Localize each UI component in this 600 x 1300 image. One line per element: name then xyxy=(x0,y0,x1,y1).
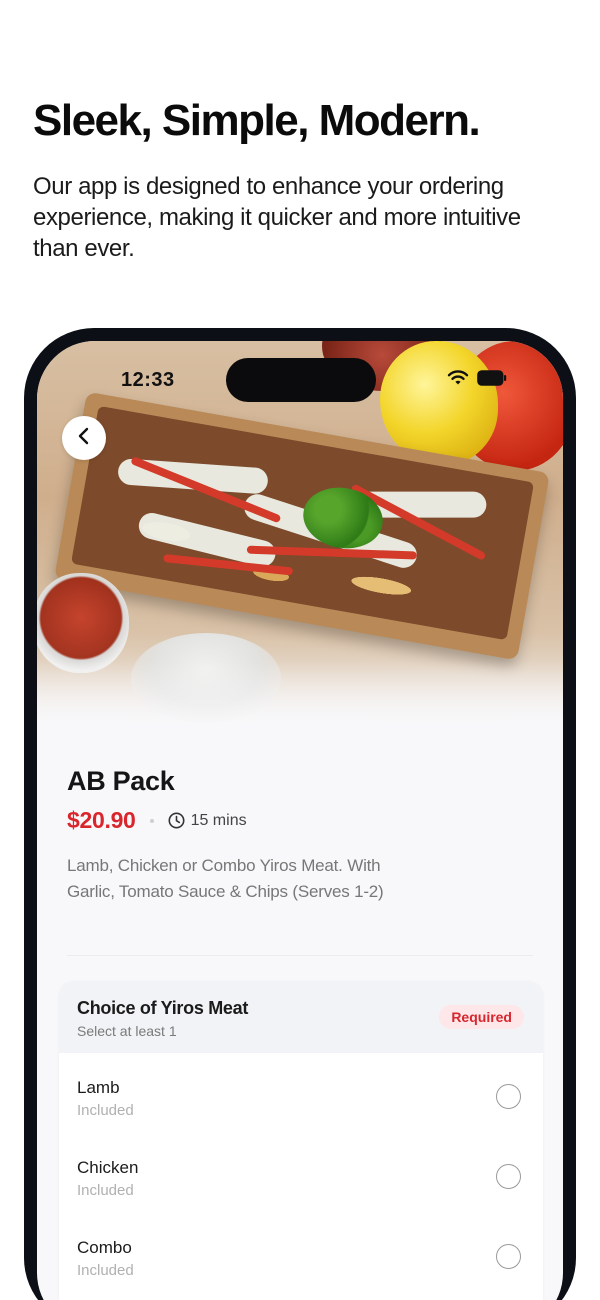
marketing-headline: Sleek, Simple, Modern. xyxy=(33,96,481,145)
option-label: Combo xyxy=(77,1238,132,1257)
back-button[interactable] xyxy=(62,416,106,460)
wifi-icon xyxy=(447,369,469,391)
product-name: AB Pack xyxy=(67,766,175,796)
option-item-combo[interactable]: Combo Included xyxy=(59,1238,543,1300)
radio-button[interactable] xyxy=(496,1164,521,1189)
marketing-subtext: Our app is designed to enhance your orde… xyxy=(33,173,521,262)
status-time: 12:33 xyxy=(121,369,175,391)
options-card: Choice of Yiros Meat Select at least 1 R… xyxy=(59,981,543,1300)
product-description: Lamb, Chicken or Combo Yiros Meat. With … xyxy=(67,856,384,901)
status-icons xyxy=(447,369,507,391)
phone-frame: 12:33 AB Pack $20.90 15 mins Lamb, Chick… xyxy=(24,328,576,1300)
options-subtitle: Select at least 1 xyxy=(77,1023,177,1039)
app-screen: 12:33 AB Pack $20.90 15 mins Lamb, Chick… xyxy=(37,341,563,1300)
price-row: $20.90 15 mins xyxy=(67,807,247,834)
option-sublabel: Included xyxy=(77,1262,134,1279)
option-sublabel: Included xyxy=(77,1102,134,1119)
option-item-lamb[interactable]: Lamb Included xyxy=(59,1078,543,1158)
clock-icon xyxy=(168,812,185,829)
options-header: Choice of Yiros Meat Select at least 1 R… xyxy=(59,981,543,1053)
option-label: Chicken xyxy=(77,1158,139,1177)
section-divider xyxy=(67,955,533,956)
dynamic-island xyxy=(226,358,376,402)
battery-icon xyxy=(477,369,507,391)
prep-time: 15 mins xyxy=(190,811,247,829)
option-item-chicken[interactable]: Chicken Included xyxy=(59,1158,543,1238)
separator-dot xyxy=(149,818,154,823)
radio-button[interactable] xyxy=(496,1244,521,1269)
option-sublabel: Included xyxy=(77,1182,134,1199)
option-label: Lamb xyxy=(77,1078,120,1097)
product-price: $20.90 xyxy=(67,807,136,833)
radio-button[interactable] xyxy=(496,1084,521,1109)
required-badge: Required xyxy=(439,1005,524,1029)
options-title: Choice of Yiros Meat xyxy=(77,998,249,1018)
chevron-left-icon xyxy=(77,427,91,450)
